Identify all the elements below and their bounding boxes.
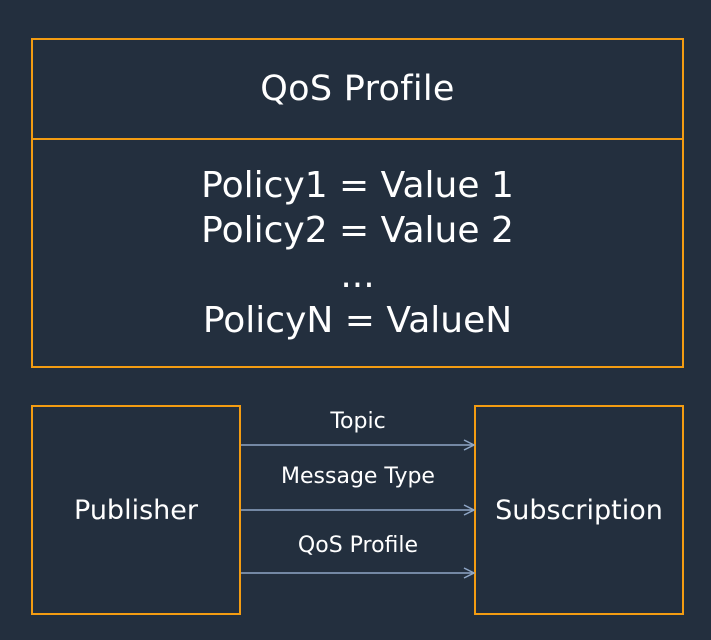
qos-policy-list: Policy1 = Value 1 Policy2 = Value 2 ... … bbox=[33, 140, 682, 366]
topic-edge-label: Topic bbox=[330, 409, 386, 434]
policy-line-n: PolicyN = ValueN bbox=[202, 300, 513, 341]
policy-line-1: Policy1 = Value 1 bbox=[201, 165, 514, 206]
subscription-label: Subscription bbox=[495, 494, 663, 526]
publisher-node: Publisher bbox=[31, 405, 241, 615]
qos-profile-title: QoS Profile bbox=[33, 40, 682, 140]
publisher-label: Publisher bbox=[74, 494, 198, 526]
policy-line-2: Policy2 = Value 2 bbox=[201, 210, 514, 251]
subscription-node: Subscription bbox=[474, 405, 684, 615]
policy-ellipsis: ... bbox=[340, 255, 375, 296]
message-type-edge-label: Message Type bbox=[281, 464, 435, 489]
qos-profile-box: QoS Profile Policy1 = Value 1 Policy2 = … bbox=[31, 38, 684, 368]
qos-profile-edge-label: QoS Profile bbox=[297, 533, 419, 558]
